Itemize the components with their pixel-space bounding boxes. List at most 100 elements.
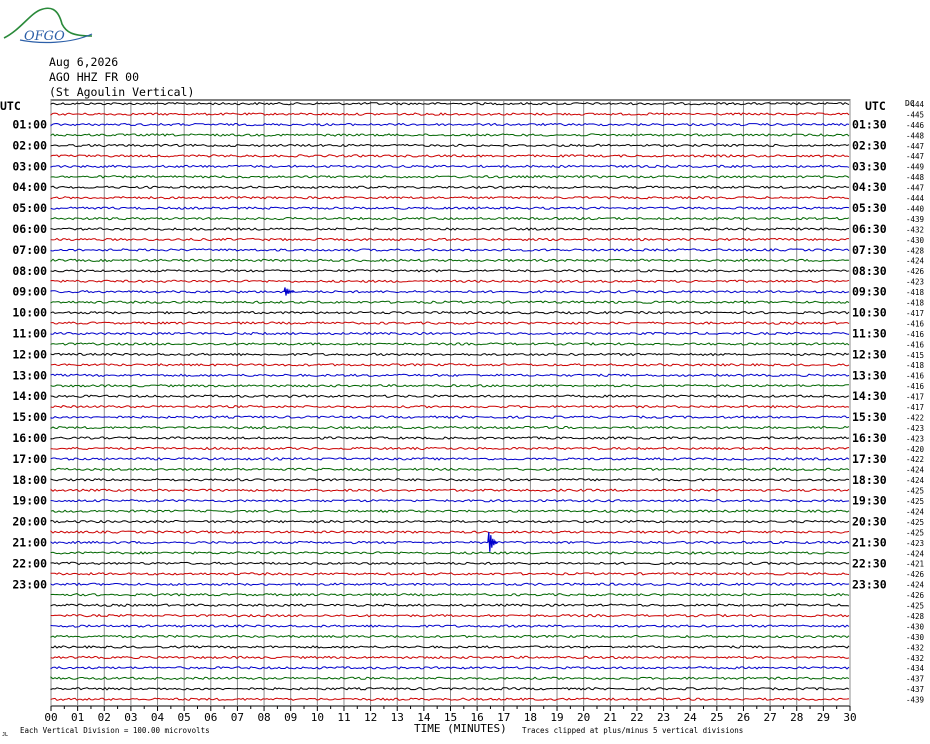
left-hour-label: 01:00 [12, 118, 47, 132]
dc-offset-label: -424 [906, 549, 925, 558]
right-hour-label: 23:30 [852, 577, 887, 591]
dc-offset-label: -448 [906, 131, 925, 140]
x-tick-label: 23 [657, 711, 670, 724]
left-hour-label: 08:00 [12, 264, 47, 278]
right-hour-label: 13:30 [852, 368, 887, 382]
right-hour-label: 19:30 [852, 494, 887, 508]
x-tick-label: 02 [98, 711, 111, 724]
right-hour-label: 10:30 [852, 306, 887, 320]
left-hour-label: 02:00 [12, 139, 47, 153]
dc-offset-label: -424 [906, 257, 925, 266]
dc-offset-label: -417 [906, 403, 924, 412]
dc-offset-label: -428 [906, 612, 925, 621]
dc-offset-label: -430 [906, 633, 925, 642]
corner-mark: JL [2, 732, 8, 738]
right-hour-label: 11:30 [852, 327, 887, 341]
dc-offset-label: -426 [906, 267, 925, 276]
x-tick-label: 03 [124, 711, 137, 724]
dc-offset-label: -449 [906, 163, 924, 172]
ofgo-logo: OFGO [3, 7, 93, 44]
left-hour-label: 07:00 [12, 243, 47, 257]
right-hour-label: 17:30 [852, 452, 887, 466]
dc-offset-label: -432 [906, 654, 924, 663]
dc-offset-label: -418 [906, 361, 925, 370]
dc-offset-label: -446 [906, 121, 925, 130]
dc-offset-label: -440 [906, 205, 925, 214]
helicorder-plot: OFGO 00 01 02 03 04 05 06 07 08 09 10 11 12 13 14 15 16 1… [0, 7, 925, 738]
right-hour-label: 14:30 [852, 389, 887, 403]
dc-offset-label: -437 [906, 685, 924, 694]
header-location: (St Agoulin Vertical) [49, 85, 195, 99]
right-hour-label: 12:30 [852, 347, 887, 361]
x-tick-label: 22 [630, 711, 643, 724]
right-hour-label: 05:30 [852, 201, 887, 215]
left-hour-label: 03:00 [12, 159, 47, 173]
right-hour-label: 02:30 [852, 139, 887, 153]
x-tick-label: 10 [311, 711, 324, 724]
dc-offset-label: -426 [906, 570, 925, 579]
dc-offset-label: -447 [906, 142, 924, 151]
left-hour-label: 14:00 [12, 389, 47, 403]
right-hour-label: 04:30 [852, 180, 887, 194]
left-hour-label: 13:00 [12, 368, 47, 382]
x-tick-label: 20 [577, 711, 590, 724]
scale-note: Each Vertical Division = 100.00 microvol… [20, 726, 210, 735]
dc-offset-label: -417 [906, 393, 924, 402]
dc-offset-label: -439 [906, 215, 924, 224]
dc-offset-label: -434 [906, 664, 925, 673]
right-hour-label: 06:30 [852, 222, 887, 236]
right-hour-label: 09:30 [852, 285, 887, 299]
dc-offset-label: -432 [906, 225, 924, 234]
dc-offset-label: -437 [906, 675, 924, 684]
right-axis-title: UTC [865, 99, 886, 113]
right-hour-label: 18:30 [852, 473, 887, 487]
left-hour-label: 09:00 [12, 285, 47, 299]
x-tick-label: 00 [44, 711, 57, 724]
x-tick-label: 13 [391, 711, 404, 724]
left-hour-label: 15:00 [12, 410, 47, 424]
dc-offset-label: -425 [906, 497, 924, 506]
dc-offset-label: -430 [906, 236, 925, 245]
left-hour-label: 22:00 [12, 556, 47, 570]
x-tick-label: 11 [337, 711, 350, 724]
right-hour-label: 15:30 [852, 410, 887, 424]
dc-offset-label: -448 [906, 173, 925, 182]
x-tick-label: 30 [843, 711, 856, 724]
x-tick-label: 04 [151, 711, 165, 724]
dc-offset-label: -447 [906, 184, 924, 193]
x-tick-label: 08 [257, 711, 270, 724]
header-station: AGO HHZ FR 00 [49, 70, 140, 84]
dc-offset-label: -430 [906, 622, 925, 631]
x-tick-label: 27 [763, 711, 776, 724]
dc-offset-label: -426 [906, 591, 925, 600]
x-tick-label: 09 [284, 711, 297, 724]
left-hour-label: 18:00 [12, 473, 47, 487]
dc-offset-label: -424 [906, 508, 925, 517]
plot-grid [50, 99, 851, 711]
dc-offset-label: -417 [906, 309, 924, 318]
dc-offset-label: -423 [906, 434, 924, 443]
dc-offset-label: -428 [906, 246, 925, 255]
clip-note: Traces clipped at plus/minus 5 vertical … [522, 726, 743, 735]
dc-offset-label: -416 [906, 372, 925, 381]
header-date: Aug 6,2026 [49, 55, 119, 69]
left-hour-label: 05:00 [12, 201, 47, 215]
right-hour-label: 07:30 [852, 243, 887, 257]
x-tick-label: 29 [817, 711, 830, 724]
x-tick-label: 28 [790, 711, 803, 724]
dc-offset-label: -425 [906, 528, 924, 537]
x-tick-label: 21 [604, 711, 617, 724]
right-hour-label: 22:30 [852, 556, 887, 570]
dc-offset-label: -422 [906, 413, 924, 422]
x-tick-label: 26 [737, 711, 750, 724]
right-hour-label: 08:30 [852, 264, 887, 278]
axis-labels: 00 01 02 03 04 05 06 07 08 09 10 11 12 13 14 15 16 17 18 19… [12, 100, 924, 724]
dc-offset-label: -418 [906, 299, 925, 308]
dc-offset-label: -418 [906, 288, 925, 297]
left-hour-label: 10:00 [12, 306, 47, 320]
dc-offset-label: -422 [906, 455, 924, 464]
dc-offset-label: -425 [906, 518, 924, 527]
dc-offset-label: -425 [906, 602, 924, 611]
dc-offset-label: -444 [906, 194, 925, 203]
x-axis-title: TIME (MINUTES) [414, 722, 507, 735]
